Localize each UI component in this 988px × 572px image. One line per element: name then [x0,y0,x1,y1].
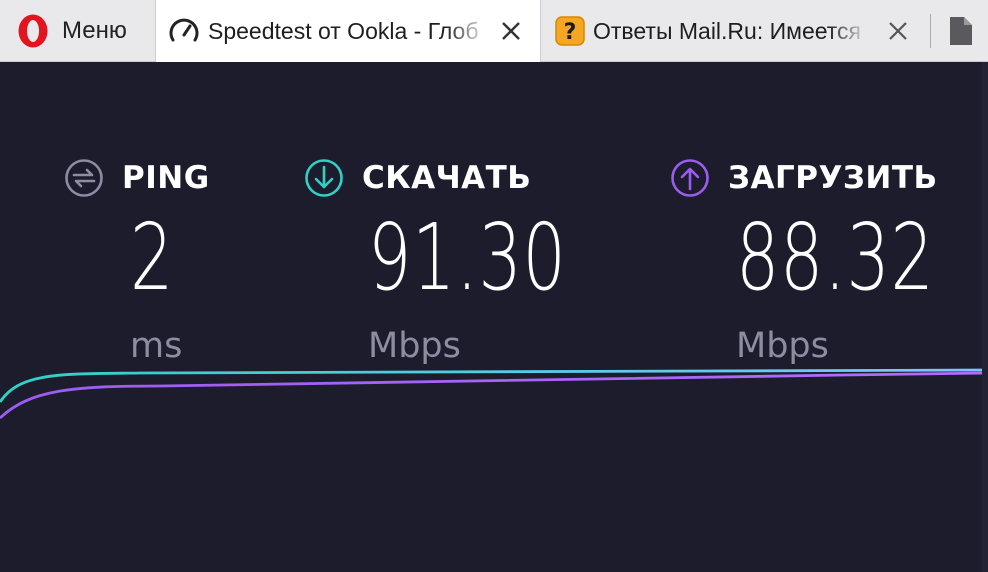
upload-metric: ЗАГРУЗИТЬ [670,158,938,198]
speedometer-icon [169,18,199,42]
document-icon [950,17,972,45]
upload-label: ЗАГРУЗИТЬ [728,160,938,196]
upload-value: 88.32 [736,204,935,311]
tab-title: Speedtest от Ookla - Глоб [208,17,479,44]
opera-menu-button[interactable]: Меню [0,0,152,62]
menu-label: Меню [62,17,127,44]
speedtest-results-page: PING 2 ms СКАЧАТЬ 91.30 Mbps ЗАГРУЗИТЬ 8… [0,62,988,572]
download-metric: СКАЧАТЬ [304,158,531,198]
tab-speedtest[interactable]: Speedtest от Ookla - Глоб [155,0,541,62]
upload-speed-line [0,371,988,420]
download-label: СКАЧАТЬ [362,160,532,196]
tab-document[interactable] [938,0,988,62]
close-tab-icon[interactable] [887,20,909,42]
ping-label: PING [122,160,210,196]
close-tab-icon[interactable] [500,20,522,42]
tab-mail-answers[interactable]: ? Ответы Mail.Ru: Имеется [543,0,929,62]
tab-title: Ответы Mail.Ru: Имеется [593,17,862,44]
download-value: 91.30 [368,204,567,311]
svg-text:?: ? [564,20,577,45]
download-arrow-icon [305,159,343,197]
question-icon: ? [555,16,585,46]
tab-separator [930,14,931,48]
speed-graph [0,368,988,420]
ping-icon [65,159,103,197]
ping-metric: PING [64,158,210,198]
upload-arrow-icon [671,159,709,197]
opera-logo-icon [18,14,48,48]
browser-tab-strip: Меню Speedtest от Ookla - Глоб ? Ответы … [0,0,988,62]
page-scrollbar[interactable] [982,62,988,572]
ping-value: 2 [130,204,175,311]
